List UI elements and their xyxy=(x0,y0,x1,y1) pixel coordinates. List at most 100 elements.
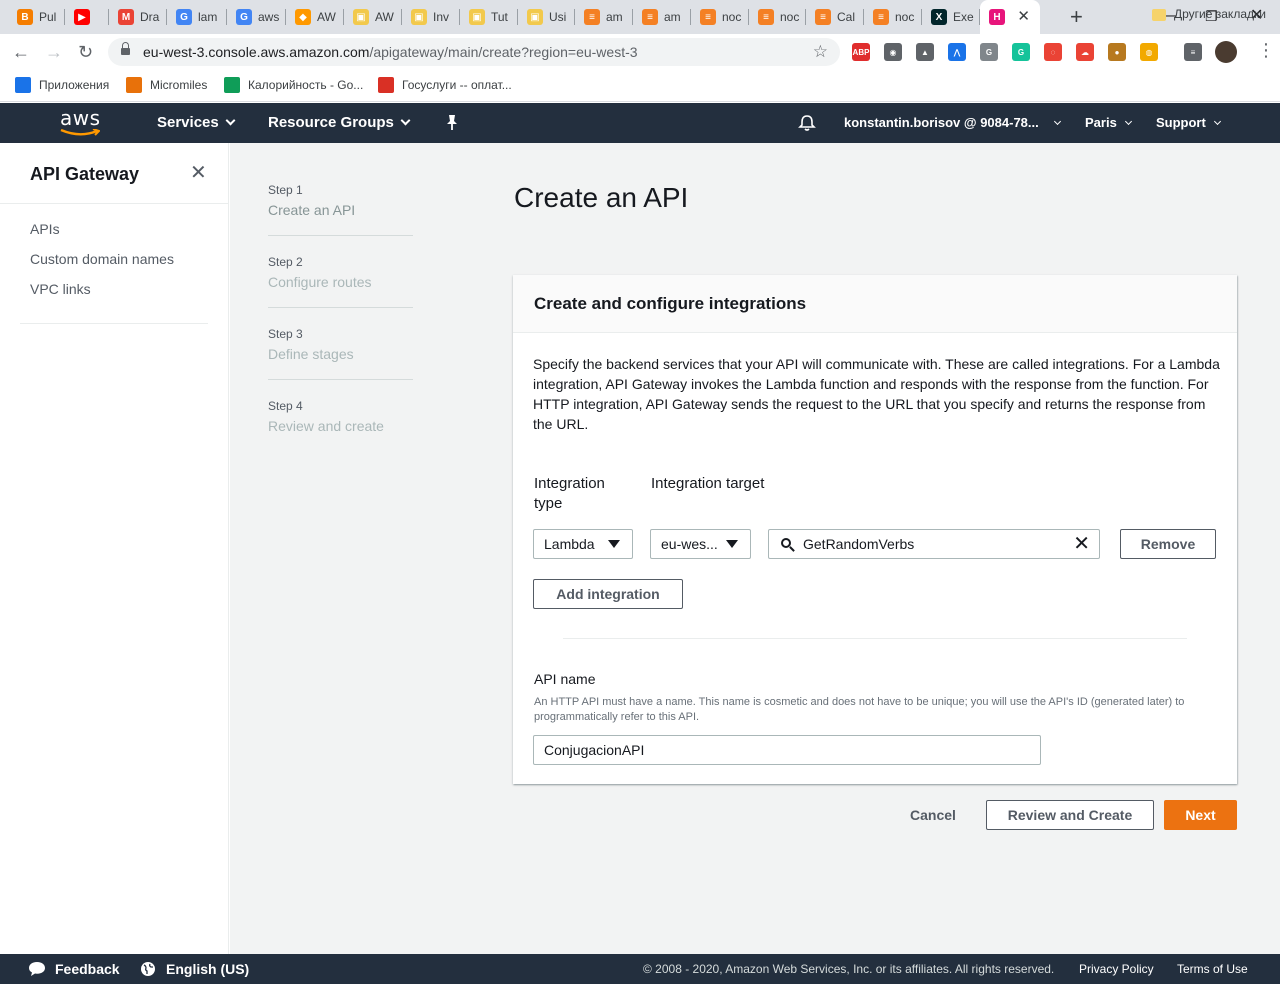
browser-tab[interactable]: ≡ am xyxy=(633,0,691,34)
step-1: Step 1 Create an API xyxy=(268,183,413,236)
region-select-value: eu-wes... xyxy=(661,536,718,552)
browser-tab[interactable]: Gaws xyxy=(227,0,286,34)
chevron-down-icon xyxy=(1053,117,1061,125)
api-name-help: An HTTP API must have a name. This name … xyxy=(534,696,1185,723)
speech-bubble-icon xyxy=(29,962,45,976)
browser-tab[interactable]: ▣ Tut xyxy=(460,0,518,34)
browser-tab[interactable]: ▣ Usi xyxy=(518,0,575,34)
browser-tab[interactable]: ▣ Inv xyxy=(402,0,460,34)
browser-tab[interactable]: ≡ noc xyxy=(691,0,749,34)
service-sidebar: API Gateway ✕ APIs Custom domain names V… xyxy=(0,143,229,954)
panel-title: Create and configure integrations xyxy=(534,294,807,313)
browser-menu-icon[interactable]: ⋮ xyxy=(1257,40,1275,60)
address-bar[interactable]: eu-west-3.console.aws.amazon.com/apigate… xyxy=(108,38,840,66)
integration-target-label: Integration target xyxy=(651,475,765,492)
vpn-icon[interactable]: ◌ xyxy=(1044,43,1062,61)
feedback-link[interactable]: Feedback xyxy=(28,961,120,977)
browser-tab[interactable]: ≡ am xyxy=(575,0,633,34)
globe-icon xyxy=(141,962,155,976)
forward-arrow-icon[interactable]: → xyxy=(45,42,63,62)
tab-close-icon[interactable]: ✕ xyxy=(1017,9,1030,25)
sidebar-item-apis[interactable]: APIs xyxy=(30,221,60,237)
region-menu[interactable]: Paris xyxy=(1085,115,1132,130)
tab-title: Usi xyxy=(549,10,567,24)
resource-groups-label: Resource Groups xyxy=(268,114,394,131)
tab-title: AW xyxy=(375,10,394,24)
cancel-button[interactable]: Cancel xyxy=(896,807,970,825)
browser-tab[interactable]: ◆ AW xyxy=(286,0,344,34)
services-menu[interactable]: Services xyxy=(157,114,236,131)
stackoverflow-icon: ≡ xyxy=(700,9,716,25)
account-menu[interactable]: konstantin.borisov @ 9084-78... xyxy=(844,115,1061,130)
browser-tab[interactable]: ≡ noc xyxy=(864,0,922,34)
grammarly-icon[interactable]: G xyxy=(1012,43,1030,61)
g-extension-icon[interactable]: G xyxy=(980,43,998,61)
resource-groups-menu[interactable]: Resource Groups xyxy=(268,114,411,131)
step-number: Step 1 xyxy=(268,183,303,197)
acrobat-icon[interactable]: ⋀ xyxy=(948,43,966,61)
cloud-icon[interactable]: ☁ xyxy=(1076,43,1094,61)
browser-tab[interactable]: Glam xyxy=(167,0,227,34)
search-ext-icon[interactable]: ◍ xyxy=(1140,43,1158,61)
browser-tab[interactable]: ≡ noc xyxy=(749,0,806,34)
terms-of-use-link[interactable]: Terms of Use xyxy=(1177,962,1248,976)
cookie-icon[interactable]: ● xyxy=(1108,43,1126,61)
step-number: Step 2 xyxy=(268,255,303,269)
tab-title: Cal xyxy=(837,10,856,24)
region-select[interactable]: eu-wes... xyxy=(650,529,751,559)
browser-tab[interactable]: H ✕ xyxy=(980,0,1040,34)
edx-icon: X xyxy=(931,9,947,25)
panel-header: Create and configure integrations xyxy=(513,275,1237,333)
playlist-icon[interactable]: ≡ xyxy=(1184,43,1202,61)
support-menu[interactable]: Support xyxy=(1156,115,1221,130)
tab-title: Inv xyxy=(433,10,450,24)
browser-tab[interactable]: ▶ xyxy=(65,0,109,34)
reel-icon[interactable]: ◉ xyxy=(884,43,902,61)
tab-title: noc xyxy=(780,10,800,24)
bookmark-label: Приложения xyxy=(39,78,110,92)
aws-logo[interactable]: aws xyxy=(60,106,101,130)
api-name-input[interactable]: ConjugacionAPI xyxy=(533,735,1041,765)
close-sidebar-icon[interactable]: ✕ xyxy=(190,163,207,183)
remove-button[interactable]: Remove xyxy=(1120,529,1216,559)
lock-icon xyxy=(121,42,130,57)
adblock-icon[interactable]: ABP xyxy=(852,43,870,61)
review-and-create-button[interactable]: Review and Create xyxy=(986,800,1154,830)
bell-icon[interactable] xyxy=(798,114,816,132)
privacy-policy-link[interactable]: Privacy Policy xyxy=(1079,962,1154,976)
bookmark-item[interactable]: Калорийность - Go... xyxy=(224,77,363,93)
browser-tab[interactable]: ≡ Cal xyxy=(806,0,864,34)
drive-icon[interactable]: ▲ xyxy=(916,43,934,61)
url-path: /apigateway/main/create?region=eu-west-3 xyxy=(369,44,638,60)
bookmark-item[interactable]: Micromiles xyxy=(126,77,207,93)
sidebar-item-vpc-links[interactable]: VPC links xyxy=(30,281,91,297)
bookmark-star-icon[interactable]: ☆ xyxy=(813,42,828,62)
step-name: Define stages xyxy=(268,346,354,362)
next-button[interactable]: Next xyxy=(1164,800,1237,830)
new-tab-button[interactable]: + xyxy=(1070,6,1083,28)
back-arrow-icon[interactable]: ← xyxy=(12,42,30,62)
other-bookmarks-label: Другие закладки xyxy=(1174,7,1266,21)
sidebar-item-custom-domain-names[interactable]: Custom domain names xyxy=(30,251,174,267)
reload-icon[interactable]: ↻ xyxy=(78,42,93,62)
add-integration-button[interactable]: Add integration xyxy=(533,579,683,609)
pin-icon[interactable] xyxy=(445,114,459,132)
lambda-function-search[interactable]: GetRandomVerbs ✕ xyxy=(768,529,1100,559)
browser-tab[interactable]: X Exe xyxy=(922,0,980,34)
bookmark-item[interactable]: Госуслуги -- оплат... xyxy=(378,77,512,93)
profile-avatar[interactable] xyxy=(1215,41,1237,63)
other-bookmarks[interactable]: Другие закладки xyxy=(1152,7,1266,21)
search-icon xyxy=(781,538,795,552)
browser-tab[interactable]: B Pul xyxy=(8,0,65,34)
browser-tab[interactable]: M Dra xyxy=(109,0,167,34)
integration-type-select[interactable]: Lambda xyxy=(533,529,633,559)
aws-top-nav: aws Services Resource Groups konstantin.… xyxy=(0,103,1280,143)
bookmark-item[interactable]: Приложения xyxy=(15,77,109,93)
tab-title: Dra xyxy=(140,10,160,24)
language-selector[interactable]: English (US) xyxy=(140,961,249,977)
folder-icon xyxy=(1152,9,1166,21)
aws-box-icon: ▣ xyxy=(527,9,543,25)
browser-tab[interactable]: ▣ AW xyxy=(344,0,402,34)
url-text[interactable]: eu-west-3.console.aws.amazon.com/apigate… xyxy=(143,44,638,60)
clear-icon[interactable]: ✕ xyxy=(1073,533,1090,555)
